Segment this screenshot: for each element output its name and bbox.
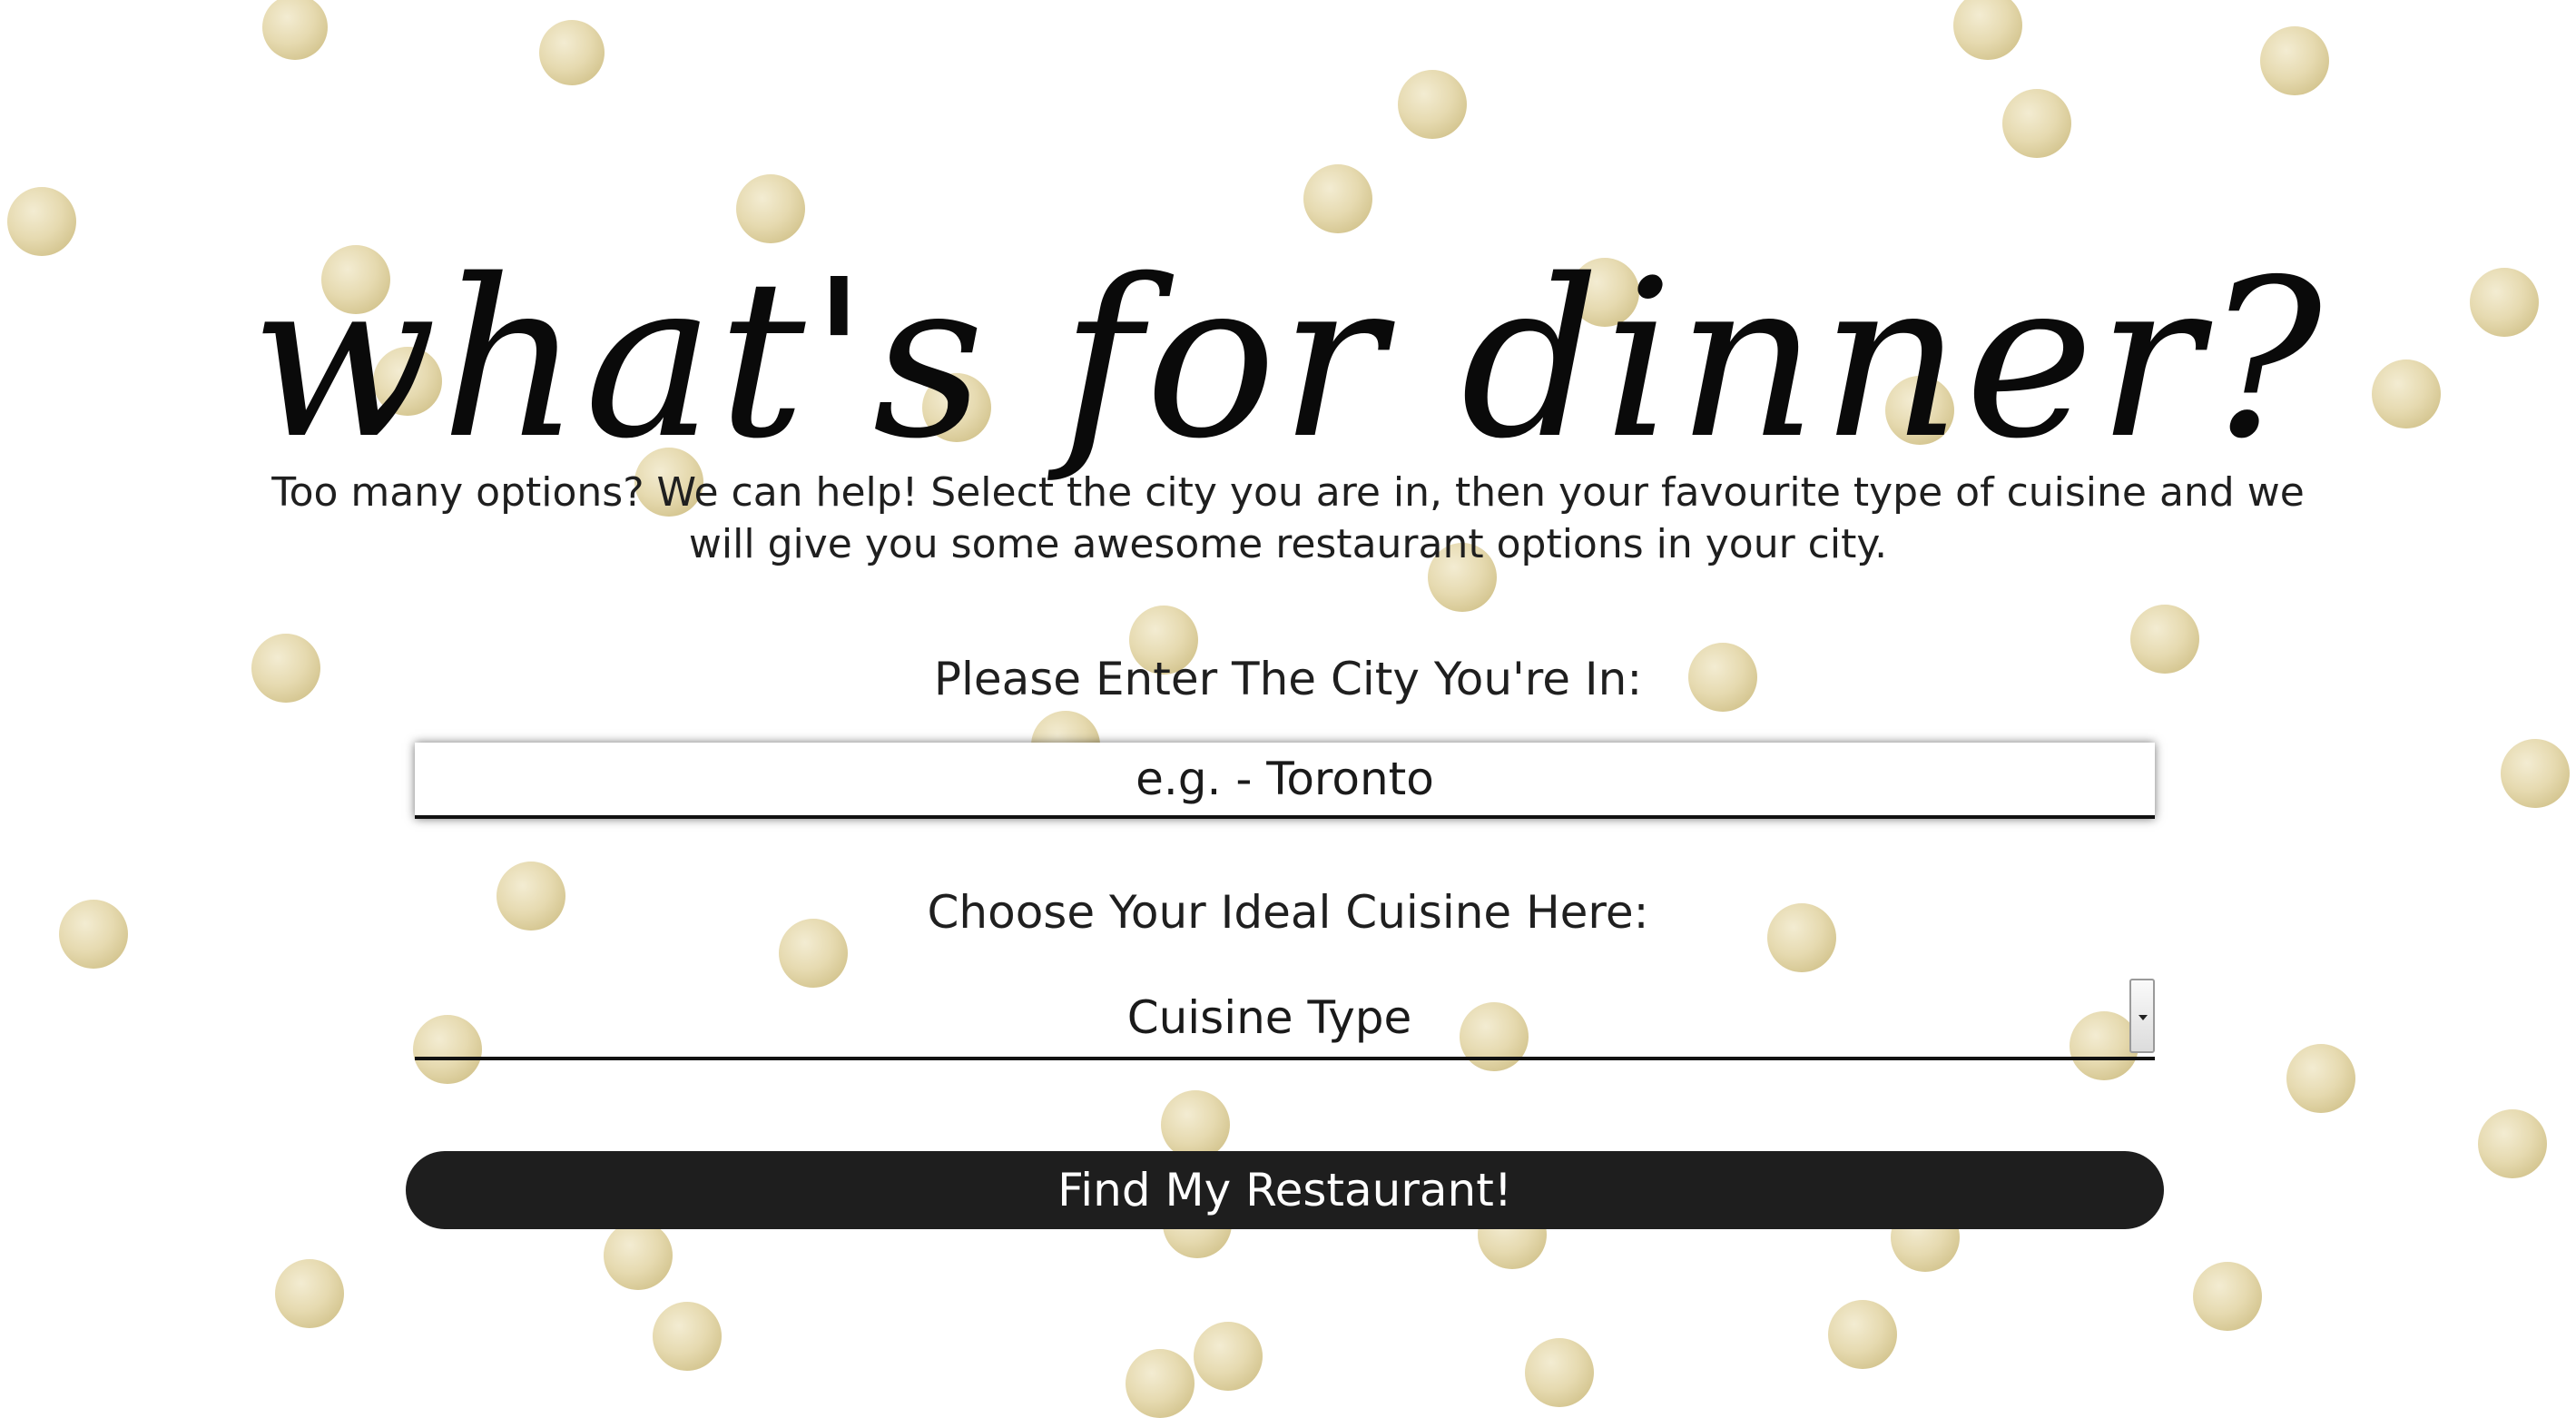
cuisine-field-label: Choose Your Ideal Cuisine Here: [927,886,1649,939]
cuisine-selected-value: Cuisine Type [1126,991,1412,1044]
find-restaurant-button[interactable]: Find My Restaurant! [406,1151,2164,1229]
dinner-finder-page: what's for dinner? Too many options? We … [0,0,2576,1382]
city-field-label: Please Enter The City You're In: [933,653,1643,705]
page-title: what's for dinner? [250,231,2326,487]
city-input[interactable] [415,743,2155,819]
dropdown-arrow-icon[interactable] [2129,979,2155,1053]
cuisine-select[interactable]: Cuisine Type [415,979,2155,1060]
intro-text: Too many options? We can help! Select th… [271,469,2305,567]
